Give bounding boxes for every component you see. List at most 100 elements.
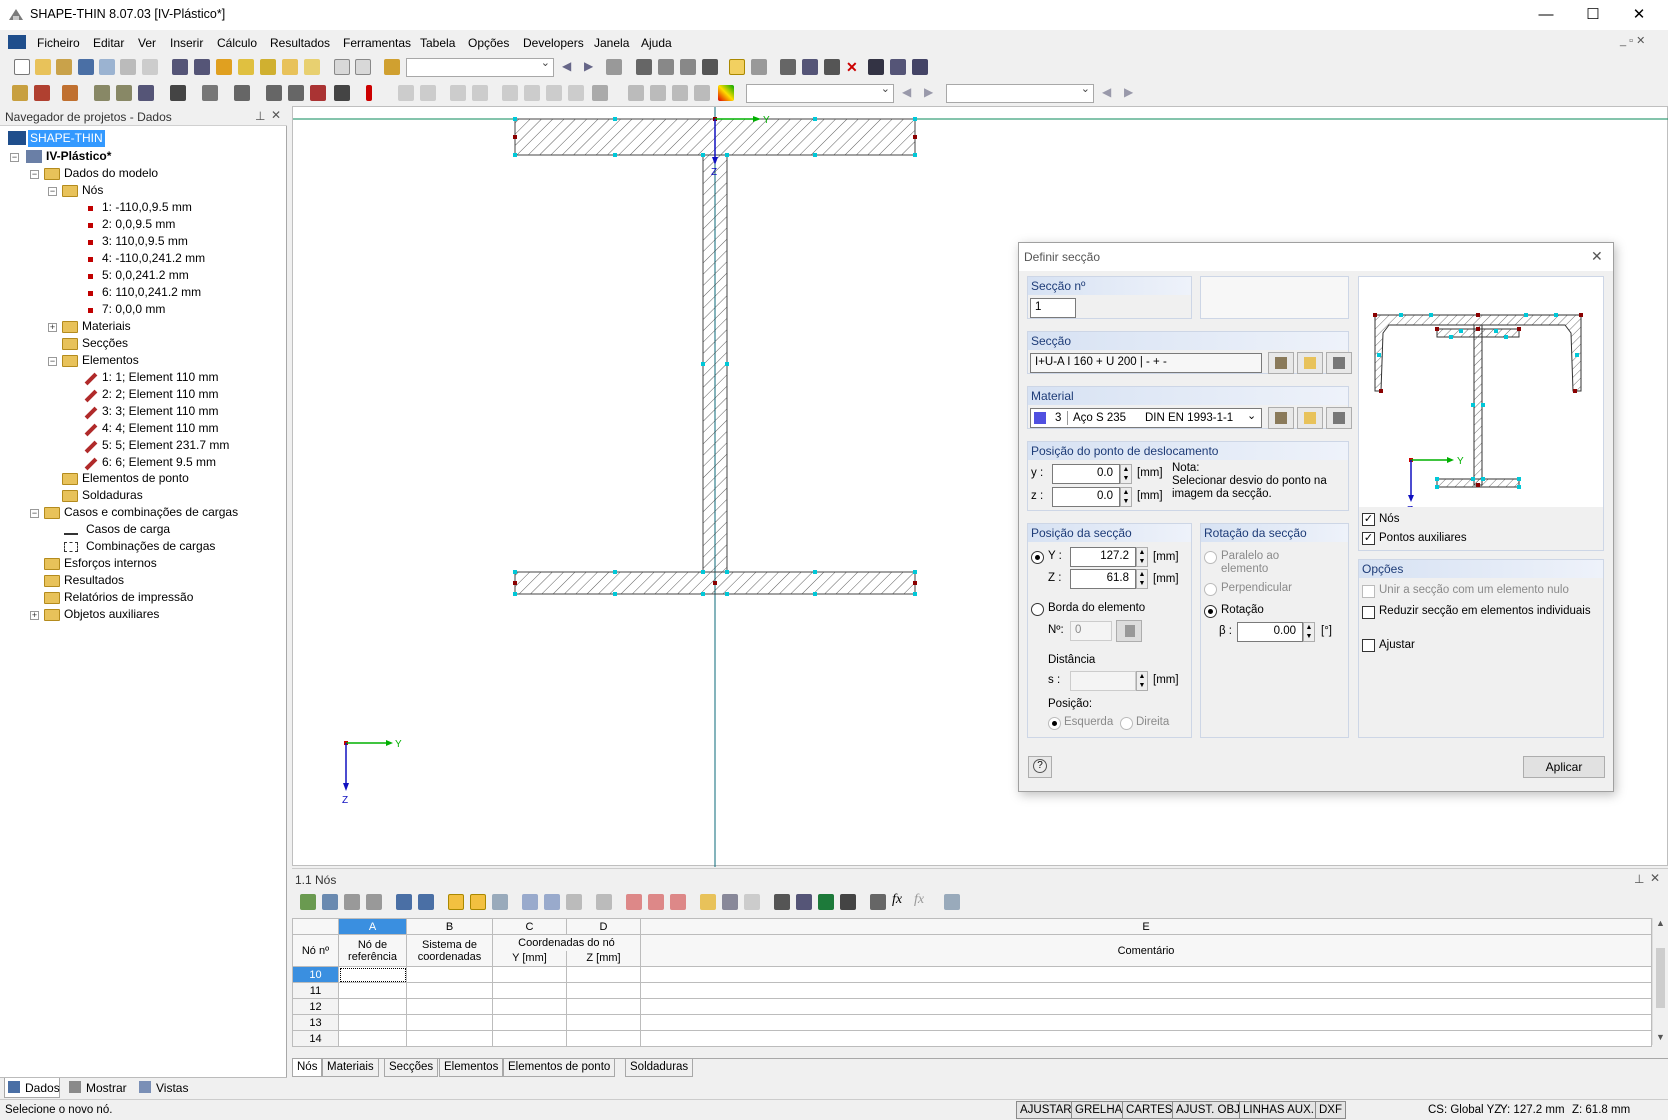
table-cell[interactable] <box>406 1014 493 1031</box>
menu-resultados[interactable]: Resultados <box>270 36 330 50</box>
section-edit-button[interactable] <box>1326 352 1352 374</box>
table-close-icon[interactable]: ✕ <box>1650 871 1660 885</box>
table-tool-11-icon[interactable] <box>544 894 560 910</box>
table-pin-icon[interactable]: ⊥ <box>1634 872 1644 886</box>
menu-ficheiro[interactable]: Ficheiro <box>37 36 80 50</box>
table-scrollbar[interactable]: ▲ ▼ <box>1652 918 1668 1045</box>
function-icon[interactable]: fx <box>892 892 908 908</box>
dialog-close-icon[interactable]: ✕ <box>1591 248 1603 265</box>
distance-s-input[interactable] <box>1070 671 1136 691</box>
table-cell[interactable] <box>640 998 1652 1015</box>
offset-z-spinner[interactable]: ▲ ▼ <box>1120 487 1132 507</box>
position-y-spinner[interactable]: ▲ ▼ <box>1136 547 1148 567</box>
zoom-icon[interactable] <box>266 85 282 101</box>
section-icon[interactable] <box>890 59 906 75</box>
render-icon[interactable] <box>702 59 718 75</box>
new-node-icon[interactable] <box>12 85 28 101</box>
reduce-section-checkbox[interactable] <box>1362 606 1375 619</box>
tab-materiais[interactable]: Materiais <box>322 1059 379 1077</box>
window-tool-icon[interactable] <box>304 59 320 75</box>
table-row[interactable]: 14 <box>292 1030 1652 1047</box>
section-preview-drawing[interactable]: Y Z <box>1359 277 1605 527</box>
tau-icon[interactable] <box>524 85 540 101</box>
cartesian-button[interactable]: CARTES <box>1122 1101 1177 1119</box>
table-tool-12-icon[interactable] <box>566 894 582 910</box>
tab-dados[interactable]: Dados <box>4 1078 60 1098</box>
column-c-header[interactable]: C <box>492 918 567 935</box>
grid-points-icon[interactable] <box>751 59 767 75</box>
material-new-button[interactable] <box>1297 407 1323 429</box>
table-cell[interactable] <box>492 998 567 1015</box>
position-yz-radio[interactable] <box>1031 551 1044 564</box>
lock-icon[interactable] <box>944 894 960 910</box>
view-front-icon[interactable] <box>658 59 674 75</box>
snap-icon[interactable] <box>780 59 796 75</box>
print-icon[interactable] <box>120 59 136 75</box>
section-value-field[interactable]: I+U-A I 160 + U 200 | - + - <box>1030 353 1262 373</box>
previous-icon[interactable]: ◀ <box>562 59 578 75</box>
aux-points-checkbox[interactable]: ✓ <box>1362 532 1375 545</box>
function-clear-icon[interactable]: fx <box>914 892 930 908</box>
help-button[interactable]: ? <box>1028 756 1052 778</box>
print-preview-icon[interactable] <box>142 59 158 75</box>
scroll-up-icon[interactable]: ▲ <box>1656 918 1665 928</box>
stress-1-icon[interactable] <box>450 85 466 101</box>
column-a-header[interactable]: A <box>338 918 407 935</box>
table-tool-21-icon[interactable] <box>796 894 812 910</box>
expand-icon[interactable]: + <box>30 611 39 620</box>
table-cell[interactable] <box>338 1030 407 1047</box>
results-combo[interactable] <box>746 82 894 103</box>
collapse-icon[interactable]: − <box>30 170 39 179</box>
view-icon[interactable] <box>636 59 652 75</box>
save-all-icon[interactable] <box>99 59 115 75</box>
section-no-input[interactable]: 1 <box>1030 298 1076 318</box>
right-radio[interactable] <box>1120 717 1133 730</box>
row-number[interactable]: 10 <box>292 966 339 983</box>
table-cell[interactable] <box>492 982 567 999</box>
values-icon[interactable] <box>606 59 622 75</box>
centroid-icon[interactable] <box>650 85 666 101</box>
dimension-icon[interactable] <box>694 85 710 101</box>
rotate-icon[interactable] <box>802 59 818 75</box>
offset-y-input[interactable]: 0.0 <box>1052 464 1120 484</box>
perpendicular-radio[interactable] <box>1204 583 1217 596</box>
table-cell[interactable] <box>492 966 567 983</box>
table-tool-23-icon[interactable] <box>840 894 856 910</box>
beta-input[interactable]: 0.00 <box>1237 622 1303 642</box>
distance-s-spinner[interactable]: ▲ ▼ <box>1136 671 1148 691</box>
position-z-spinner[interactable]: ▲ ▼ <box>1136 569 1148 589</box>
percent-icon[interactable] <box>568 85 584 101</box>
table-cell[interactable] <box>492 1030 567 1047</box>
unite-null-checkbox[interactable] <box>1362 585 1375 598</box>
scroll-thumb[interactable] <box>1656 948 1665 1008</box>
table-row[interactable]: 13 <box>292 1014 1652 1031</box>
section-new-button[interactable] <box>1297 352 1323 374</box>
collapse-icon[interactable]: − <box>30 509 39 518</box>
table-cell[interactable] <box>338 966 407 983</box>
table-cell[interactable] <box>566 1030 641 1047</box>
menu-developers[interactable]: Developers <box>523 36 584 50</box>
section-preview[interactable]: Y Z <box>1358 276 1604 526</box>
table-cell[interactable] <box>566 982 641 999</box>
next-icon[interactable]: ▶ <box>584 59 600 75</box>
save-icon[interactable] <box>78 59 94 75</box>
table-cell[interactable] <box>406 1030 493 1047</box>
apply-button[interactable]: Aplicar <box>1523 756 1605 778</box>
table-cell[interactable] <box>338 1014 407 1031</box>
weld-icon[interactable] <box>116 85 132 101</box>
table-tool-14-icon[interactable] <box>626 894 642 910</box>
mdi-controls[interactable]: _ ▫ ✕ <box>1620 34 1645 47</box>
nodes-checkbox[interactable]: ✓ <box>1362 513 1375 526</box>
rotation-radio[interactable] <box>1204 605 1217 618</box>
position-y-input[interactable]: 127.2 <box>1070 547 1136 567</box>
material-edit-button[interactable] <box>1326 407 1352 429</box>
sigma-x-icon[interactable] <box>502 85 518 101</box>
table-cell[interactable] <box>406 998 493 1015</box>
menu-calculo[interactable]: Cálculo <box>217 36 257 50</box>
table-row[interactable]: 12 <box>292 998 1652 1015</box>
zoom-window-icon[interactable] <box>288 85 304 101</box>
tab-nos[interactable]: Nós <box>292 1059 323 1077</box>
table-tool-10-icon[interactable] <box>522 894 538 910</box>
grid-toggle-icon[interactable] <box>729 59 745 75</box>
row-number[interactable]: 13 <box>292 1014 339 1031</box>
